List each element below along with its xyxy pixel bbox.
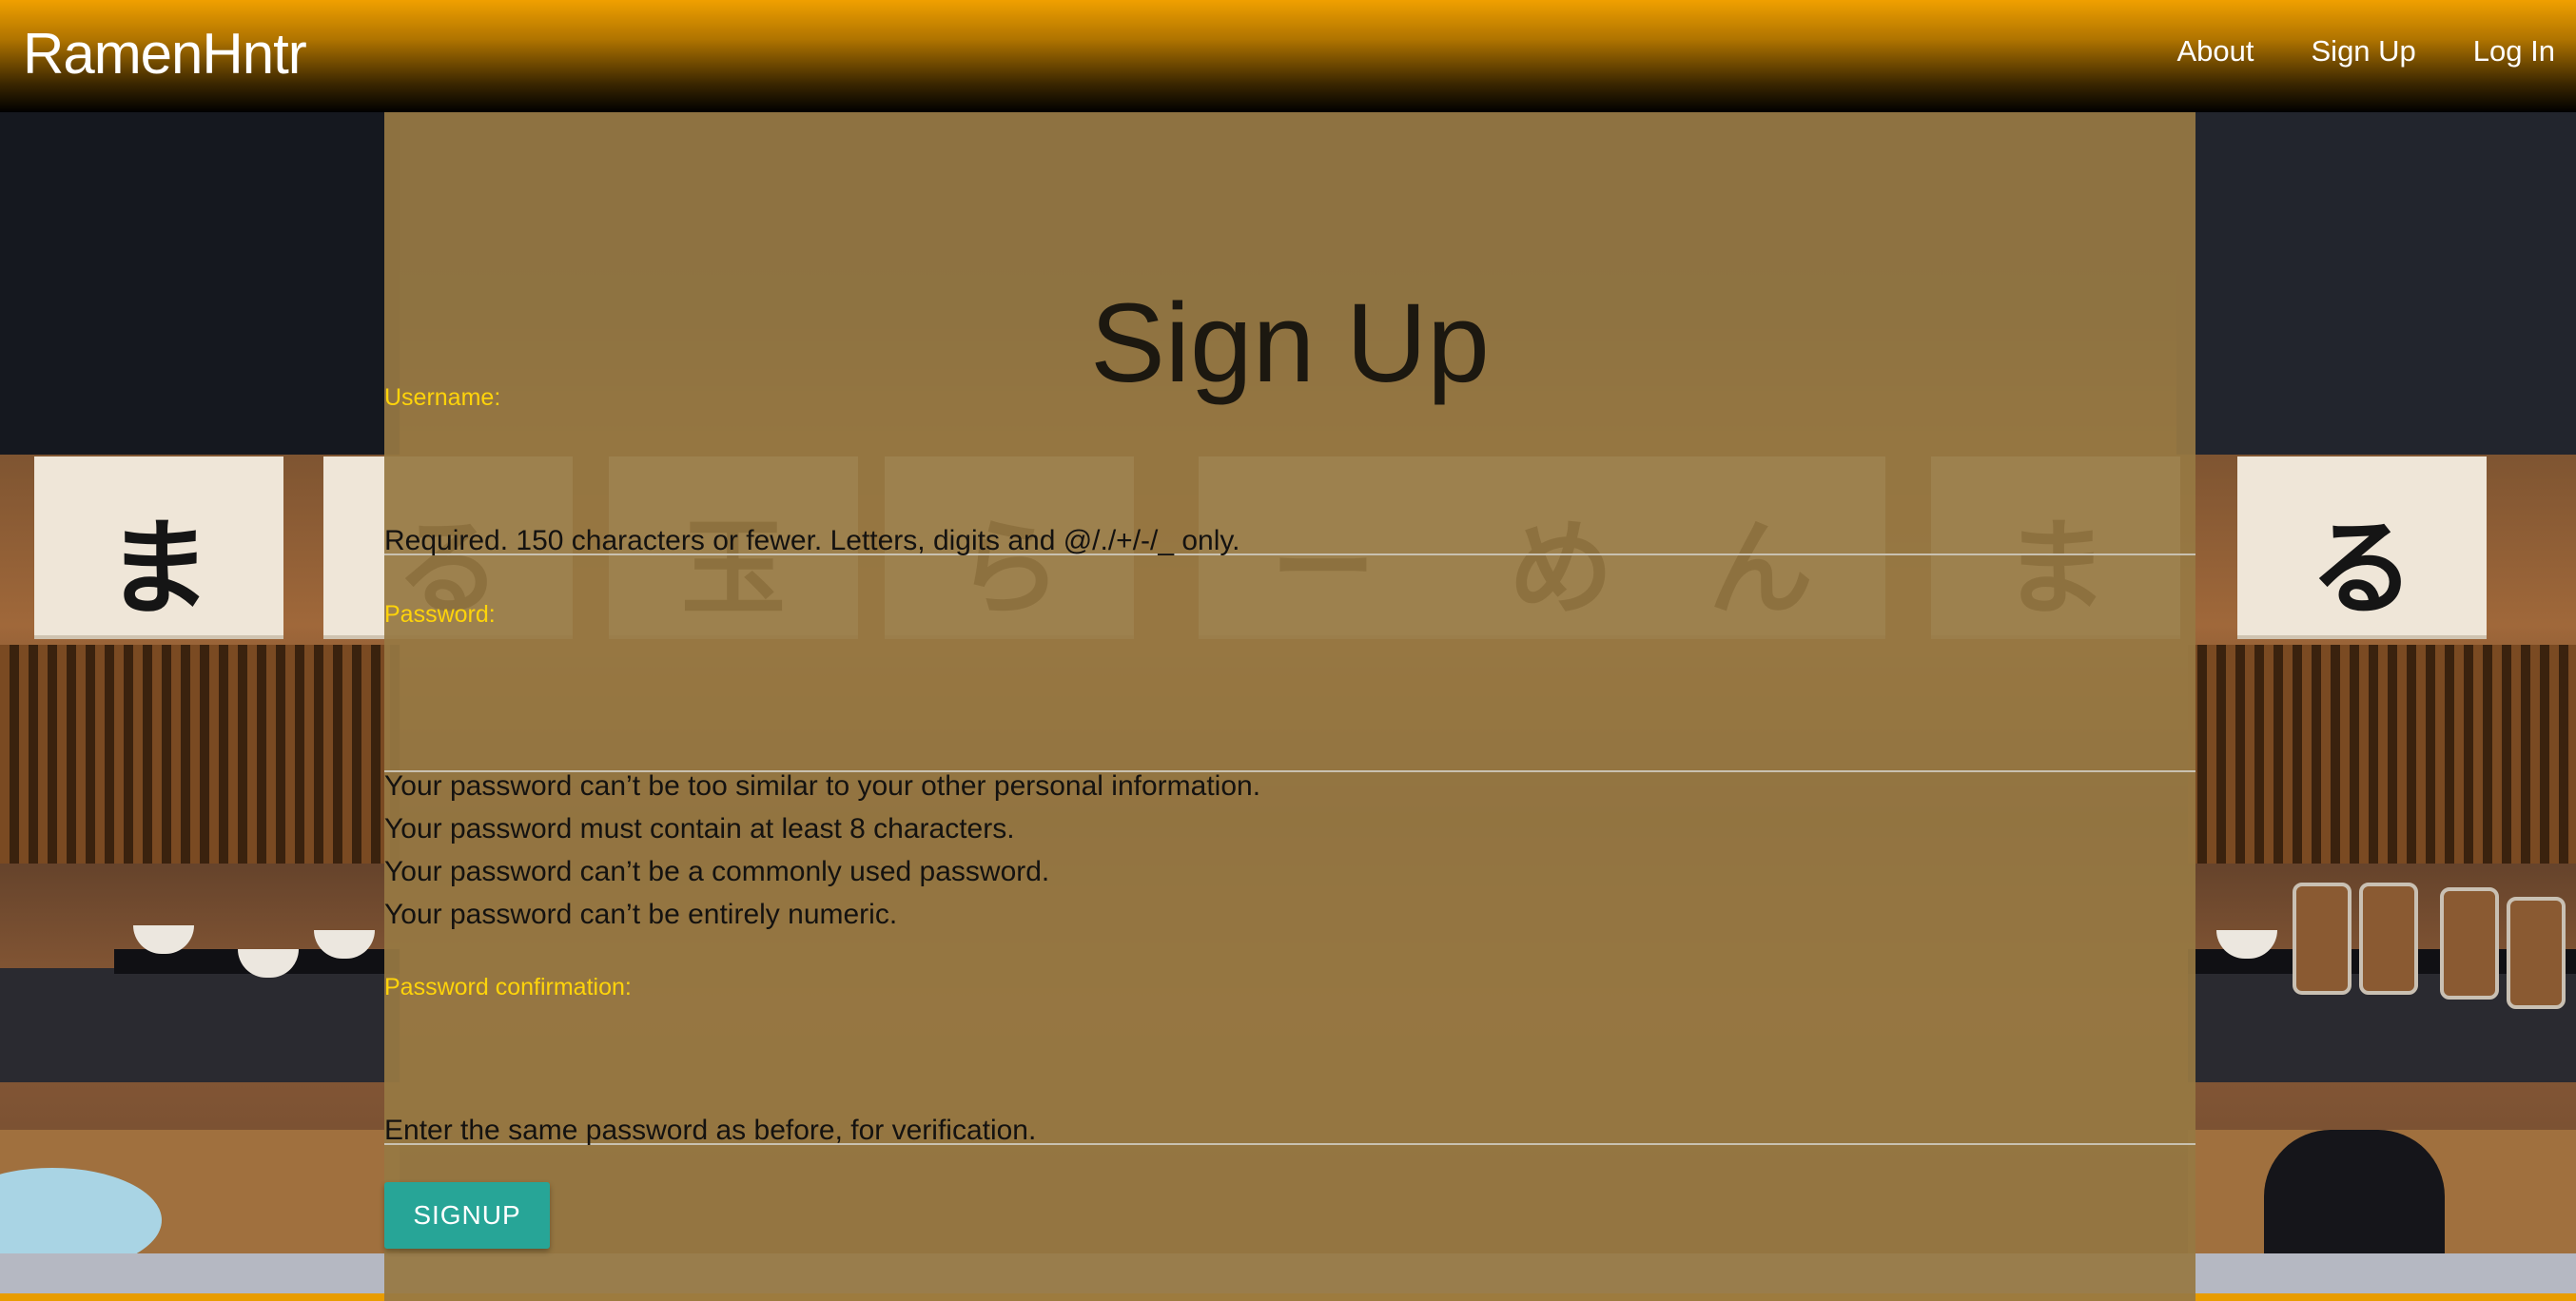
bag-on-chair xyxy=(2264,1130,2445,1253)
nav-link-sign-up[interactable]: Sign Up xyxy=(2312,34,2416,68)
signup-button[interactable]: SIGNUP xyxy=(384,1182,550,1249)
noren-curtain: る xyxy=(2237,456,2487,639)
navbar: RamenHntr About Sign Up Log In xyxy=(0,0,2576,112)
username-label: Username: xyxy=(384,384,501,411)
jar xyxy=(2293,883,2352,995)
nav-links: About Sign Up Log In xyxy=(2176,34,2555,68)
password-label: Password: xyxy=(384,601,496,628)
signup-panel: Sign Up Username: Required. 150 characte… xyxy=(384,112,2195,1301)
noren-character: ま xyxy=(107,507,211,630)
username-help: Required. 150 characters or fewer. Lette… xyxy=(384,525,1240,556)
password-input[interactable] xyxy=(384,711,2195,772)
nav-link-about[interactable]: About xyxy=(2176,34,2254,68)
ceiling-left xyxy=(0,112,400,455)
jar xyxy=(2440,887,2499,1000)
noren-curtain: ま xyxy=(34,456,283,639)
brand-logo[interactable]: RamenHntr xyxy=(23,21,307,87)
wood-slats-right xyxy=(2188,645,2576,864)
password-help-item: Your password must contain at least 8 ch… xyxy=(384,813,1015,845)
page-title: Sign Up xyxy=(1090,281,1490,407)
ceiling-right xyxy=(2176,112,2576,455)
password-help-item: Your password can’t be entirely numeric. xyxy=(384,899,898,930)
password-help-item: Your password can’t be too similar to yo… xyxy=(384,770,1261,802)
jar xyxy=(2359,883,2418,995)
noren-character: る xyxy=(2310,507,2414,630)
nav-link-log-in[interactable]: Log In xyxy=(2473,34,2555,68)
password-help-item: Your password can’t be a commonly used p… xyxy=(384,856,1050,887)
password-confirmation-label: Password confirmation: xyxy=(384,974,632,1000)
password-help-list: Your password can’t be too similar to yo… xyxy=(384,765,1260,936)
wood-slats-left xyxy=(0,645,400,864)
counter-left xyxy=(0,968,400,1082)
jar xyxy=(2507,897,2566,1009)
password-confirmation-help: Enter the same password as before, for v… xyxy=(384,1115,1037,1146)
